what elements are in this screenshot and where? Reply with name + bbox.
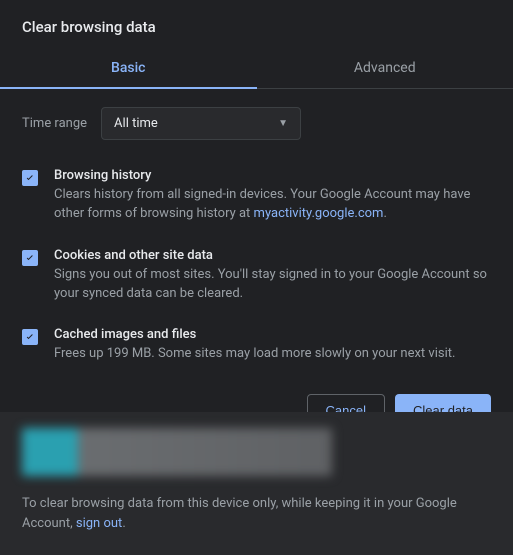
- timerange-label: Time range: [22, 116, 87, 131]
- checkbox-browsing-history[interactable]: [22, 170, 38, 186]
- chevron-down-icon: ▼: [278, 118, 288, 129]
- tab-advanced[interactable]: Advanced: [257, 50, 513, 88]
- option-cache: Cached images and files Frees up 199 MB.…: [22, 315, 491, 376]
- dialog-title: Clear browsing data: [0, 0, 513, 50]
- option-text: Browsing history Clears history from all…: [54, 168, 491, 224]
- clear-browsing-data-dialog: Clear browsing data Basic Advanced Time …: [0, 0, 513, 555]
- sign-out-link[interactable]: sign out: [76, 516, 122, 531]
- checkmark-icon: [24, 172, 36, 184]
- option-title: Cached images and files: [54, 327, 491, 342]
- option-title: Cookies and other site data: [54, 248, 491, 263]
- timerange-row: Time range All time ▼: [0, 89, 513, 148]
- option-title: Browsing history: [54, 168, 491, 183]
- checkbox-cookies[interactable]: [22, 250, 38, 266]
- checkbox-cache[interactable]: [22, 329, 38, 345]
- option-browsing-history: Browsing history Clears history from all…: [22, 156, 491, 236]
- footer-text-part: .: [122, 516, 125, 531]
- options-list: Browsing history Clears history from all…: [0, 148, 513, 376]
- myactivity-link[interactable]: myactivity.google.com: [254, 206, 384, 221]
- footer-text: To clear browsing data from this device …: [22, 494, 491, 533]
- tab-basic[interactable]: Basic: [0, 50, 257, 88]
- tabs: Basic Advanced: [0, 50, 513, 89]
- option-desc: Frees up 199 MB. Some sites may load mor…: [54, 345, 491, 364]
- option-desc: Signs you out of most sites. You'll stay…: [54, 266, 491, 304]
- desc-text: .: [383, 206, 386, 221]
- option-desc: Clears history from all signed-in device…: [54, 186, 491, 224]
- option-cookies: Cookies and other site data Signs you ou…: [22, 236, 491, 316]
- option-text: Cookies and other site data Signs you ou…: [54, 248, 491, 304]
- timerange-select[interactable]: All time ▼: [101, 107, 301, 140]
- option-text: Cached images and files Frees up 199 MB.…: [54, 327, 491, 364]
- checkmark-icon: [24, 252, 36, 264]
- checkmark-icon: [24, 331, 36, 343]
- dialog-footer: To clear browsing data from this device …: [0, 412, 513, 555]
- timerange-value: All time: [114, 116, 158, 131]
- account-info-redacted: [22, 428, 332, 476]
